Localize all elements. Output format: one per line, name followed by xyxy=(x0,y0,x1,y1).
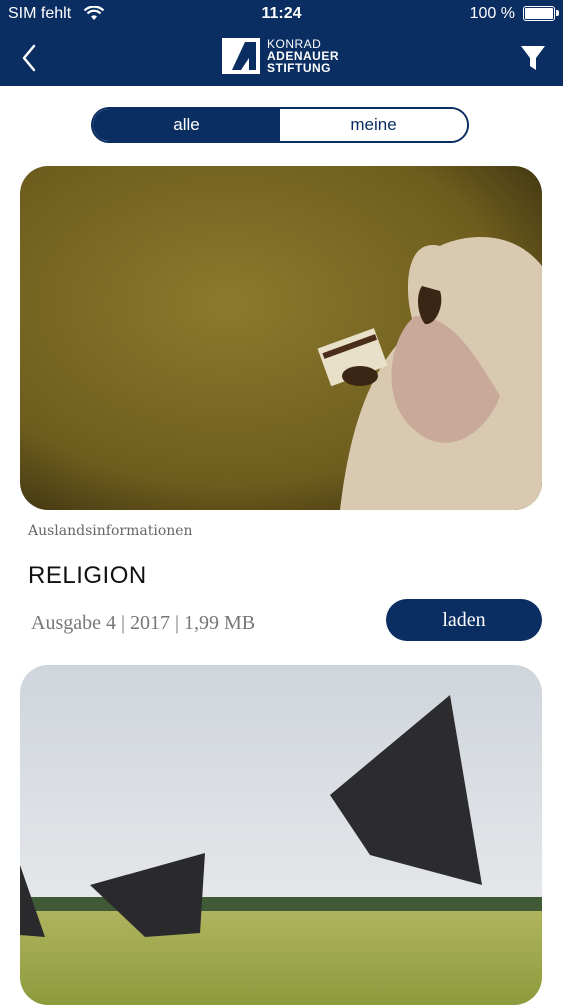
filter-segmented-control: alle meine xyxy=(91,107,469,143)
back-chevron-icon[interactable] xyxy=(18,42,42,74)
kas-logo: KONRAD ADENAUER STIFTUNG xyxy=(222,37,352,76)
load-button[interactable]: laden xyxy=(386,599,542,641)
status-bar: SIM fehlt 11:24 100 % xyxy=(0,0,563,30)
logo-line-3: STIFTUNG xyxy=(267,61,331,75)
battery-icon xyxy=(523,6,559,21)
publication-cover-image[interactable] xyxy=(20,166,542,510)
publication-title[interactable]: RELIGION xyxy=(28,562,147,590)
cover-illustration xyxy=(20,166,542,510)
cover-illustration-2 xyxy=(20,665,542,1005)
publication-meta: Ausgabe 4 | 2017 | 1,99 MB xyxy=(31,612,256,634)
logo-mark-icon xyxy=(222,38,260,74)
tab-meine[interactable]: meine xyxy=(280,109,467,141)
publication-category: Auslandsinformationen xyxy=(28,523,193,539)
publication-cover-image-2[interactable] xyxy=(20,665,542,1005)
tab-alle[interactable]: alle xyxy=(93,109,280,141)
app-header: SIM fehlt 11:24 100 % KONRAD ADENAUER ST… xyxy=(0,0,563,86)
filter-icon[interactable] xyxy=(520,44,546,72)
battery-percent: 100 % xyxy=(469,5,515,22)
